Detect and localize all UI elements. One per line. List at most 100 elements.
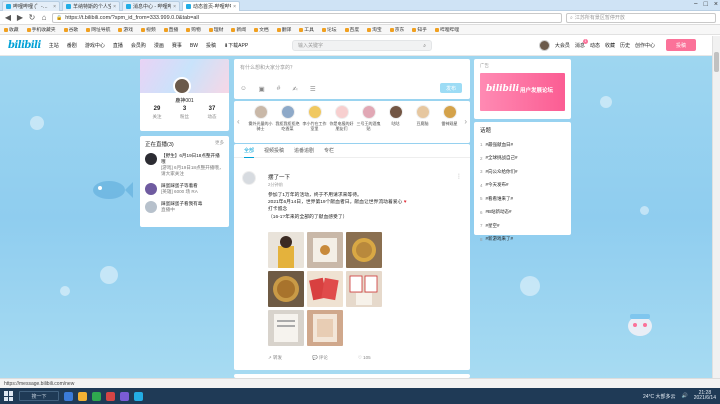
bookmark-item[interactable]: 理财 xyxy=(208,26,223,33)
tab-videos[interactable]: 视频投稿 xyxy=(264,147,284,154)
volume-icon[interactable]: 🔊 xyxy=(682,393,688,399)
up-item[interactable]: 豆腐脑 xyxy=(410,105,435,126)
bili-search-input[interactable]: 输入关键字 ⌕ xyxy=(292,40,432,51)
bookmark-item[interactable]: 谷歌 xyxy=(63,26,78,33)
bookmark-item[interactable]: 翻译 xyxy=(276,26,291,33)
nav-esports[interactable]: 赛事 xyxy=(172,42,182,49)
bookmark-item[interactable]: 论坛 xyxy=(321,26,337,33)
up-item[interactable]: 咕咕 xyxy=(383,105,408,126)
topic-item[interactable]: 5 #看看谁来了# xyxy=(480,192,565,206)
bookmark-item[interactable]: 视频 xyxy=(141,26,156,33)
clock[interactable]: 21:28 2021/6/14 xyxy=(694,390,716,402)
app-icon[interactable] xyxy=(106,391,115,401)
topic-item[interactable]: 2 #全球挑战自己# xyxy=(480,152,565,166)
close-tab-icon[interactable]: × xyxy=(113,4,116,10)
nav-main[interactable]: 主站 xyxy=(49,42,59,49)
minimize-icon[interactable]: − xyxy=(694,1,698,8)
weather-status[interactable]: 24°C 大部多云 xyxy=(643,393,676,400)
bookmark-item[interactable]: 收藏 xyxy=(4,26,19,33)
back-icon[interactable]: ◀ xyxy=(4,13,12,22)
stat-dynamics[interactable]: 37 动态 xyxy=(201,106,223,120)
address-bar[interactable]: 🔒 https://t.bilibili.com/?spm_id_from=33… xyxy=(52,12,562,23)
hashtag-icon[interactable]: # xyxy=(277,85,281,93)
up-item[interactable]: 李小竹在工作室里 xyxy=(302,105,327,131)
compose-input[interactable]: 有什么想和大家分享的？ xyxy=(240,64,464,71)
nav-messages[interactable]: 消息 1 xyxy=(575,38,588,49)
bookmark-item[interactable]: 直播 xyxy=(163,26,178,33)
browser-tab-1[interactable]: 哔哩哔哩 (゜-゜)つロ 干杯~-bilibili× xyxy=(2,1,60,11)
up-item[interactable]: 雷神观星 xyxy=(437,105,462,126)
forward-icon[interactable]: ▶ xyxy=(16,13,24,22)
up-item[interactable]: 你是电报的好朋友们 xyxy=(329,105,354,131)
bookmark-item[interactable]: 新闻 xyxy=(231,26,246,33)
article-icon[interactable]: ✍ xyxy=(292,85,297,93)
publish-button[interactable]: 发布 xyxy=(440,83,462,93)
browser-tab-3[interactable]: 消息中心 - 哔哩哔哩弹幕视频网× xyxy=(122,1,180,11)
stat-following[interactable]: 29 关注 xyxy=(146,106,168,120)
post-photo[interactable] xyxy=(346,232,382,268)
search-icon[interactable]: ⌕ xyxy=(423,43,426,49)
live-item[interactable]: 踩蛋踩蛋子等着看 [英雄] 6000 场 RA xyxy=(145,183,224,195)
page-scrollbar[interactable] xyxy=(712,36,720,378)
topic-item[interactable]: 8 #新游戏来了# xyxy=(480,233,565,247)
avatar[interactable] xyxy=(538,39,550,51)
bookmark-item[interactable]: 文档 xyxy=(254,26,269,33)
bookmark-item[interactable]: 淘宝 xyxy=(367,26,382,33)
image-icon[interactable]: ▣ xyxy=(259,85,265,93)
nav-creator-center[interactable]: 创作中心 xyxy=(635,42,655,49)
post-photo[interactable] xyxy=(307,310,343,346)
chevron-right-icon[interactable]: › xyxy=(464,117,467,126)
upload-button[interactable]: 投稿 xyxy=(666,39,696,51)
close-tab-icon[interactable]: × xyxy=(233,4,236,10)
bookmark-item[interactable]: 手机收藏夹 xyxy=(26,26,56,33)
topic-item[interactable]: 7 #星空# xyxy=(480,219,565,233)
emoji-icon[interactable]: ☺ xyxy=(240,85,247,93)
nav-vip[interactable]: 大会员 xyxy=(555,42,570,49)
post-photo[interactable] xyxy=(346,271,382,307)
close-tab-icon[interactable]: × xyxy=(53,4,56,10)
post-photo[interactable] xyxy=(268,232,304,268)
post-photo[interactable] xyxy=(307,232,343,268)
app-icon[interactable] xyxy=(92,391,101,401)
comment-button[interactable]: 💬 评论 xyxy=(312,355,328,361)
topic-item[interactable]: 1 #最强献血日# xyxy=(480,138,565,152)
scrollbar-thumb[interactable] xyxy=(714,52,719,72)
close-window-icon[interactable]: × xyxy=(714,1,718,8)
tab-bangumi[interactable]: 追番追剧 xyxy=(294,147,314,154)
avatar[interactable] xyxy=(173,77,191,95)
browser-search-input[interactable]: ⌕ 江苏所有景区暂停开放 xyxy=(566,12,716,23)
nav-history[interactable]: 历史 xyxy=(620,42,630,49)
bilibili-app-icon[interactable] xyxy=(134,391,143,401)
folder-app-icon[interactable] xyxy=(78,391,87,401)
like-button[interactable]: ♡ 105 xyxy=(358,355,371,361)
up-item[interactable]: 雾外光量的小骑士 xyxy=(248,105,273,131)
topic-item[interactable]: 6 #B站新动态# xyxy=(480,206,565,220)
tab-articles[interactable]: 专栏 xyxy=(324,147,334,154)
browser-tab-4[interactable]: 动态首页-哔哩哔哩 × xyxy=(182,1,240,11)
bookmark-item[interactable]: 哔哩哔哩 xyxy=(434,26,459,33)
nav-bw[interactable]: BW xyxy=(190,43,198,49)
bookmark-item[interactable]: 知乎 xyxy=(412,26,427,33)
live-item[interactable]: 踩蛋踩蛋子看我有毒 直播中 xyxy=(145,201,224,213)
refresh-icon[interactable]: ↻ xyxy=(28,13,36,22)
app-icon[interactable] xyxy=(120,391,129,401)
nav-mall[interactable]: 会员购 xyxy=(131,42,146,49)
up-item[interactable]: 三号王的酒鬼贴 xyxy=(356,105,381,131)
avatar[interactable] xyxy=(242,171,256,185)
bilibili-logo[interactable]: bilibili xyxy=(8,40,41,51)
more-icon[interactable]: ☰ xyxy=(310,85,316,93)
taskbar-search[interactable]: 搜一下 xyxy=(19,391,59,401)
nav-live[interactable]: 直播 xyxy=(113,42,123,49)
nav-anime[interactable]: 番剧 xyxy=(67,42,77,49)
tab-all[interactable]: 全部 xyxy=(244,147,255,158)
post-photo[interactable] xyxy=(268,310,304,346)
live-more-link[interactable]: 更多 xyxy=(215,140,224,148)
profile-username[interactable]: 鹿神001 xyxy=(140,97,229,104)
topic-item[interactable]: 3 #向公众给你们# xyxy=(480,165,565,179)
live-item[interactable]: 【野生】6月19日18点整开播哦 [游戏] 6月19日18点整开播哦，请大家关注 xyxy=(145,153,224,177)
nav-download-app[interactable]: ⬇下载APP xyxy=(224,42,248,49)
up-item[interactable]: 我拒我拒拒绝吃香菜 xyxy=(275,105,300,131)
nav-dynamics[interactable]: 动态 xyxy=(590,42,600,49)
nav-game-center[interactable]: 游戏中心 xyxy=(85,42,105,49)
stat-followers[interactable]: 3 粉丝 xyxy=(174,106,196,120)
